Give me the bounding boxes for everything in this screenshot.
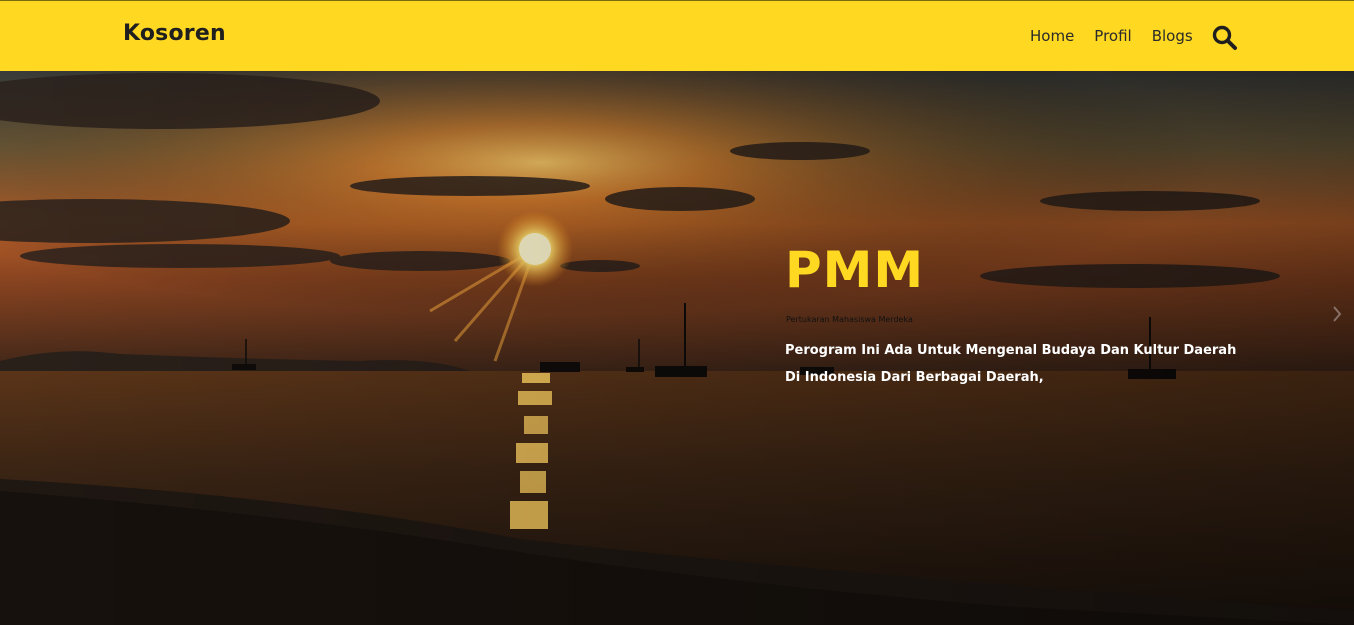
search-icon	[1212, 25, 1237, 50]
hero-kicker: Pertukaran Mahasiswa Merdeka	[786, 315, 913, 324]
carousel-next-button[interactable]	[1330, 303, 1344, 325]
hero-title: PMM	[785, 241, 925, 299]
nav-links: Home Profil Blogs	[1030, 27, 1193, 45]
nav-link-home[interactable]: Home	[1030, 27, 1074, 45]
brand-logo[interactable]: Kosoren	[123, 21, 226, 46]
search-button[interactable]	[1212, 25, 1238, 51]
nav-link-blogs[interactable]: Blogs	[1152, 27, 1193, 45]
navbar: Kosoren Home Profil Blogs	[0, 0, 1354, 71]
chevron-right-icon	[1333, 306, 1342, 322]
nav-link-profil[interactable]: Profil	[1094, 27, 1131, 45]
hero-description: Perogram Ini Ada Untuk Mengenal Budaya D…	[785, 343, 1237, 385]
hero-banner: PMM Pertukaran Mahasiswa Merdeka Perogra…	[0, 71, 1354, 625]
